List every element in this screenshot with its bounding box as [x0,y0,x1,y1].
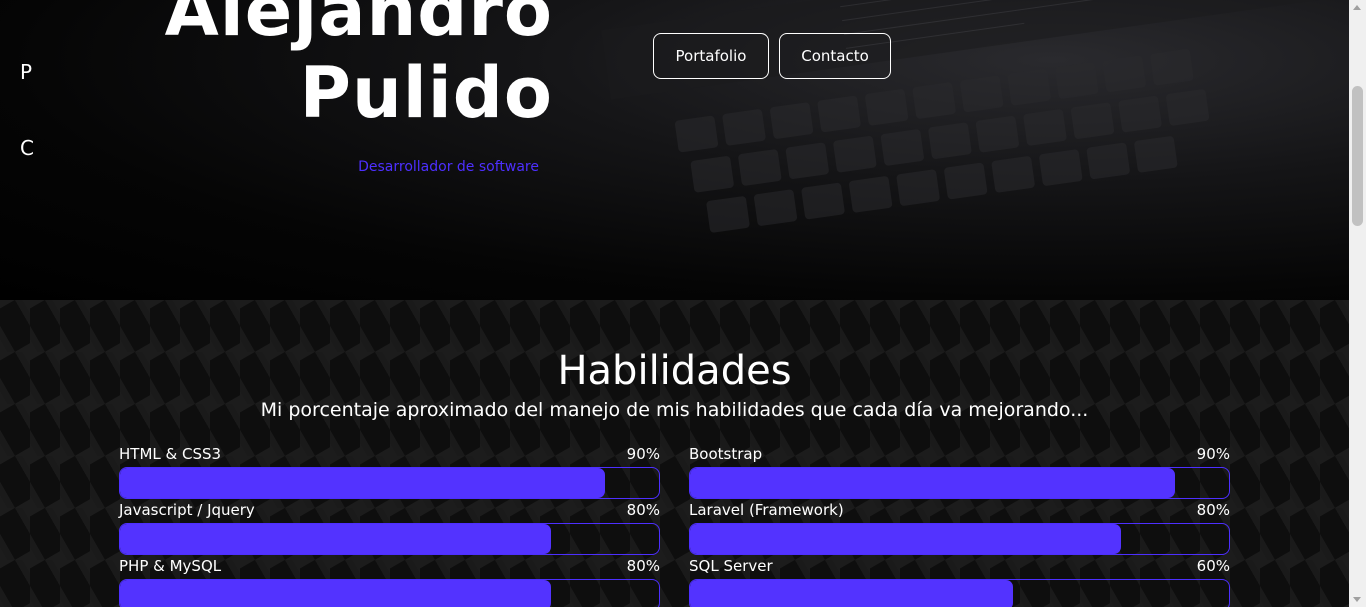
skill-bar [689,523,1230,555]
contact-button[interactable]: Contacto [779,33,891,79]
side-nav-item-p[interactable]: P [20,60,32,84]
skill-bar-fill [690,524,1122,554]
hero-subtitle: Desarrollador de software [358,159,539,175]
skill-bar-fill [120,580,552,607]
scroll-down-arrow-icon[interactable] [1353,597,1361,602]
skill-php-mysql: PHP & MySQL 80% [119,557,660,607]
scroll-up-arrow-icon[interactable] [1353,5,1361,10]
skill-bar-fill [690,468,1176,498]
skill-javascript: Javascript / Jquery 80% [119,501,660,557]
skill-bootstrap: Bootstrap 90% [689,445,1230,501]
skill-percent: 60% [1196,557,1230,575]
side-nav-item-c[interactable]: C [20,136,34,160]
skill-bar [119,579,660,607]
skill-percent: 80% [1196,501,1230,519]
skill-percent: 80% [626,557,660,575]
skill-laravel: Laravel (Framework) 80% [689,501,1230,557]
skill-bar [689,467,1230,499]
skill-bar-fill [690,580,1014,607]
skill-bar [119,467,660,499]
skill-name: PHP & MySQL [119,557,222,575]
page-scrollbar[interactable] [1349,0,1366,607]
skill-name: SQL Server [689,557,773,575]
skill-html-css: HTML & CSS3 90% [119,445,660,501]
skill-bar-fill [120,524,552,554]
scrollbar-thumb[interactable] [1352,86,1363,226]
skill-name: HTML & CSS3 [119,445,222,463]
skill-name: Bootstrap [689,445,763,463]
portfolio-button[interactable]: Portafolio [653,33,769,79]
skills-subtitle: Mi porcentaje aproximado del manejo de m… [260,399,1089,421]
skills-section: Habilidades Mi porcentaje aproximado del… [0,300,1349,607]
skill-name: Laravel (Framework) [689,501,844,519]
skill-percent: 90% [1196,445,1230,463]
skill-percent: 90% [626,445,660,463]
skill-bar-fill [120,468,606,498]
hero-section: P C Alejandro Pulido Desarrollador de so… [0,0,1349,300]
skill-sql-server: SQL Server 60% [689,557,1230,607]
skill-name: Javascript / Jquery [119,501,255,519]
hero-name-last: Pulido [299,52,553,134]
skill-percent: 80% [626,501,660,519]
hero-name-first: Alejandro [164,0,553,52]
skill-bar [119,523,660,555]
skill-bar [689,579,1230,607]
skills-title: Habilidades [557,348,792,394]
